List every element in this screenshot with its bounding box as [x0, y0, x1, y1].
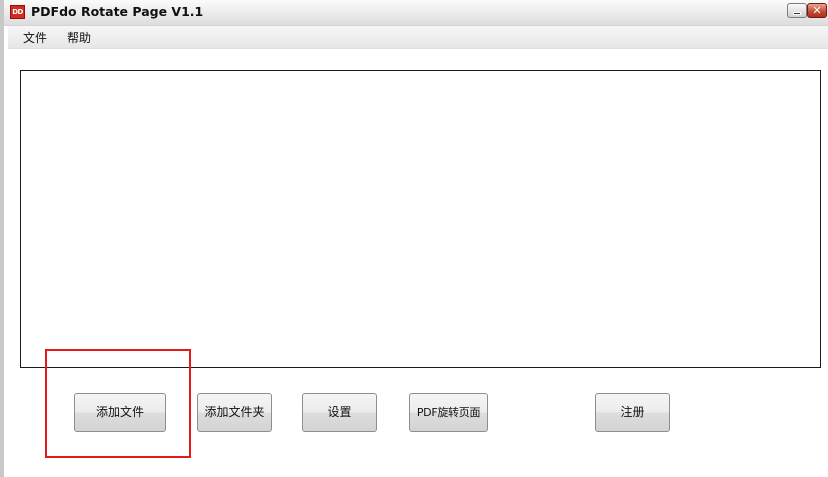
menu-help[interactable]: 帮助 — [67, 29, 91, 46]
minimize-icon — [793, 12, 801, 15]
title-bar[interactable]: DD PDFdo Rotate Page V1.1 ✕ — [4, 0, 828, 26]
add-folder-button[interactable]: 添加文件夹 — [197, 393, 272, 432]
pdfdo-app-icon[interactable]: DD — [10, 5, 25, 19]
file-list-area[interactable] — [20, 70, 821, 368]
window-title: PDFdo Rotate Page V1.1 — [31, 4, 204, 19]
app-window: DD PDFdo Rotate Page V1.1 ✕ 文件 帮助 添加文件 添… — [0, 0, 828, 477]
rotate-pdf-button[interactable]: PDF旋转页面 — [409, 393, 488, 432]
register-button[interactable]: 注册 — [595, 393, 670, 432]
add-file-button[interactable]: 添加文件 — [74, 393, 166, 432]
menu-bar: 文件 帮助 — [8, 26, 828, 49]
settings-button[interactable]: 设置 — [302, 393, 377, 432]
minimize-button[interactable] — [787, 3, 807, 18]
close-button[interactable]: ✕ — [807, 3, 827, 18]
close-icon: ✕ — [812, 4, 822, 17]
menu-file[interactable]: 文件 — [23, 29, 47, 46]
